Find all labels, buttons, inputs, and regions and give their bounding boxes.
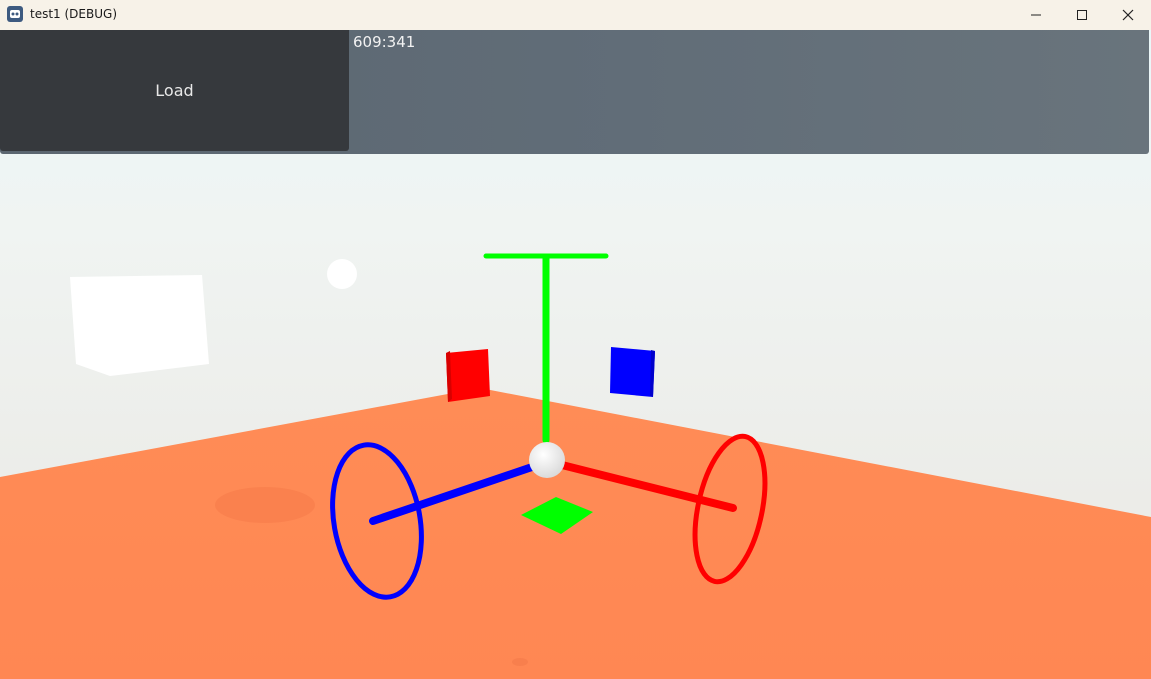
floor-mark (512, 658, 528, 666)
load-button[interactable]: Load (0, 30, 349, 151)
minimize-icon (1031, 14, 1041, 16)
floor-shadow (215, 487, 315, 523)
godot-engine-icon (7, 6, 23, 22)
white-cube[interactable] (70, 275, 209, 376)
window-title: test1 (DEBUG) (30, 7, 117, 21)
blue-cube[interactable] (610, 347, 655, 397)
window-titlebar[interactable]: test1 (DEBUG) (0, 0, 1151, 30)
white-sphere[interactable] (327, 259, 357, 289)
maximize-icon (1077, 10, 1087, 20)
close-button[interactable] (1105, 0, 1151, 30)
mouse-position-label: 609:341 (353, 33, 416, 51)
gizmo-center-sphere[interactable] (529, 442, 565, 478)
close-icon (1122, 9, 1134, 21)
minimize-button[interactable] (1013, 0, 1059, 30)
maximize-button[interactable] (1059, 0, 1105, 30)
red-cube[interactable] (446, 349, 490, 402)
